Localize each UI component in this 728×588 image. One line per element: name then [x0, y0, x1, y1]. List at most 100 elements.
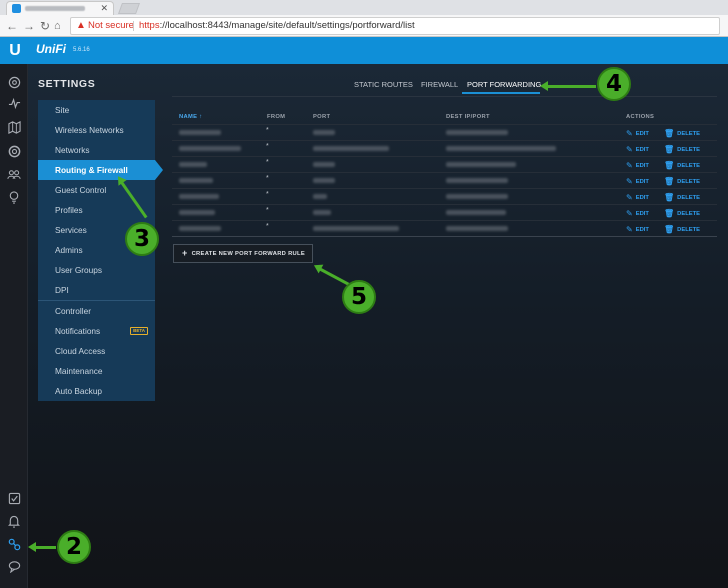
pencil-icon: ✎	[626, 129, 633, 138]
callout-4: 4	[597, 67, 631, 101]
delete-button[interactable]: 🗑 DELETE	[664, 129, 700, 138]
back-icon[interactable]: ←	[6, 18, 18, 34]
app-header: U UniFi 5.6.16	[0, 37, 728, 64]
home-icon[interactable]: ⌂	[54, 18, 61, 34]
trash-icon: 🗑	[664, 161, 675, 170]
edit-button[interactable]: ✎ EDIT	[626, 177, 649, 186]
column-header-from: FROM	[267, 114, 286, 120]
edit-button[interactable]: ✎ EDIT	[626, 161, 649, 170]
delete-button[interactable]: 🗑 DELETE	[664, 145, 700, 154]
insights-icon[interactable]	[6, 191, 22, 207]
delete-button[interactable]: 🗑 DELETE	[664, 177, 700, 186]
pencil-icon: ✎	[626, 177, 633, 186]
delete-button[interactable]: 🗑 DELETE	[664, 193, 700, 202]
cell-from: *	[266, 223, 269, 230]
cell-dest-redacted	[446, 130, 508, 135]
tab-port-forwarding[interactable]: PORT FORWARDING	[467, 80, 541, 89]
url-text: https://localhost:8443/manage/site/defau…	[139, 20, 415, 31]
settings-icon[interactable]	[6, 538, 22, 554]
support-chat-icon[interactable]	[6, 560, 22, 576]
version-label: 5.6.16	[73, 47, 90, 53]
pencil-icon: ✎	[626, 161, 633, 170]
edit-button[interactable]: ✎ EDIT	[626, 193, 649, 202]
reload-icon[interactable]: ↻	[40, 18, 50, 34]
pencil-icon: ✎	[626, 225, 633, 234]
warning-icon: ▲	[76, 20, 86, 31]
forward-icon[interactable]: →	[23, 18, 35, 34]
trash-icon: 🗑	[664, 209, 675, 218]
tabs-divider	[172, 96, 717, 97]
devices-icon[interactable]	[6, 145, 22, 161]
browser-tab-title-redacted	[25, 6, 85, 11]
pencil-icon: ✎	[626, 193, 633, 202]
menu-item-wireless-networks[interactable]: Wireless Networks	[38, 120, 155, 140]
edit-button[interactable]: ✎ EDIT	[626, 225, 649, 234]
edit-button[interactable]: ✎ EDIT	[626, 145, 649, 154]
cell-port-redacted	[313, 210, 331, 215]
cell-from: *	[266, 127, 269, 134]
tab-static-routes[interactable]: STATIC ROUTES	[354, 80, 413, 89]
clients-icon[interactable]	[6, 168, 22, 184]
menu-item-dpi[interactable]: DPI	[38, 280, 155, 300]
cell-dest-redacted	[446, 194, 508, 199]
cell-dest-redacted	[446, 162, 516, 167]
column-header-name[interactable]: NAME ↑	[179, 114, 202, 120]
trash-icon: 🗑	[664, 225, 675, 234]
menu-item-maintenance[interactable]: Maintenance	[38, 361, 155, 381]
address-bar[interactable]: ▲ Not secure https://localhost:8443/mana…	[70, 17, 720, 35]
tab-firewall[interactable]: FIREWALL	[421, 80, 458, 89]
dashboard-icon[interactable]	[6, 76, 22, 92]
new-tab-button[interactable]	[117, 3, 141, 14]
cell-from: *	[266, 175, 269, 182]
not-secure-label: Not secure	[88, 20, 134, 31]
edit-button[interactable]: ✎ EDIT	[626, 209, 649, 218]
menu-item-guest-control[interactable]: Guest Control	[38, 180, 155, 200]
trash-icon: 🗑	[664, 193, 675, 202]
close-tab-icon[interactable]: ✕	[100, 3, 108, 14]
ubiquiti-logo-icon[interactable]: U	[0, 37, 30, 64]
cell-port-redacted	[313, 226, 399, 231]
callout-2: 2	[57, 530, 91, 564]
events-icon[interactable]	[6, 492, 22, 508]
cell-dest-redacted	[446, 178, 508, 183]
create-button-label: CREATE NEW PORT FORWARD RULE	[191, 251, 306, 257]
column-header-port: PORT	[313, 114, 331, 120]
menu-item-site[interactable]: Site	[38, 100, 155, 120]
active-tab-indicator	[462, 92, 540, 94]
browser-tab[interactable]: ✕	[6, 1, 114, 15]
statistics-icon[interactable]	[6, 97, 22, 113]
alerts-icon[interactable]	[6, 515, 22, 531]
cell-from: *	[266, 159, 269, 166]
menu-item-cloud-access[interactable]: Cloud Access	[38, 341, 155, 361]
callout-5: 5	[342, 280, 376, 314]
menu-item-routing-firewall[interactable]: Routing & Firewall	[38, 160, 163, 180]
delete-button[interactable]: 🗑 DELETE	[664, 209, 700, 218]
table-row: * ✎ EDIT 🗑 DELETE	[172, 220, 717, 236]
menu-item-auto-backup[interactable]: Auto Backup	[38, 381, 155, 401]
table-row: * ✎ EDIT 🗑 DELETE	[172, 188, 717, 204]
cell-port-redacted	[313, 130, 335, 135]
browser-toolbar: ← → ↻ ⌂ ▲ Not secure https://localhost:8…	[0, 15, 728, 37]
unifi-favicon-icon	[12, 4, 21, 13]
map-icon[interactable]	[6, 121, 22, 137]
menu-item-networks[interactable]: Networks	[38, 140, 155, 160]
menu-item-notifications[interactable]: Notifications BETA	[38, 321, 155, 341]
cell-name-redacted	[179, 130, 221, 135]
cell-name-redacted	[179, 226, 221, 231]
callout-arrow-4	[540, 81, 596, 91]
table-row: * ✎ EDIT 🗑 DELETE	[172, 172, 717, 188]
create-port-forward-button[interactable]: + CREATE NEW PORT FORWARD RULE	[173, 244, 313, 263]
column-header-dest: DEST IP/PORT	[446, 114, 490, 120]
table-row: * ✎ EDIT 🗑 DELETE	[172, 156, 717, 172]
cell-from: *	[266, 143, 269, 150]
delete-button[interactable]: 🗑 DELETE	[664, 161, 700, 170]
cell-name-redacted	[179, 146, 241, 151]
table-row: * ✎ EDIT 🗑 DELETE	[172, 124, 717, 140]
menu-item-user-groups[interactable]: User Groups	[38, 260, 155, 280]
left-nav-rail	[0, 64, 28, 588]
edit-button[interactable]: ✎ EDIT	[626, 129, 649, 138]
delete-button[interactable]: 🗑 DELETE	[664, 225, 700, 234]
cell-name-redacted	[179, 194, 219, 199]
menu-item-controller[interactable]: Controller	[38, 301, 155, 321]
callout-arrow-2	[28, 542, 56, 552]
